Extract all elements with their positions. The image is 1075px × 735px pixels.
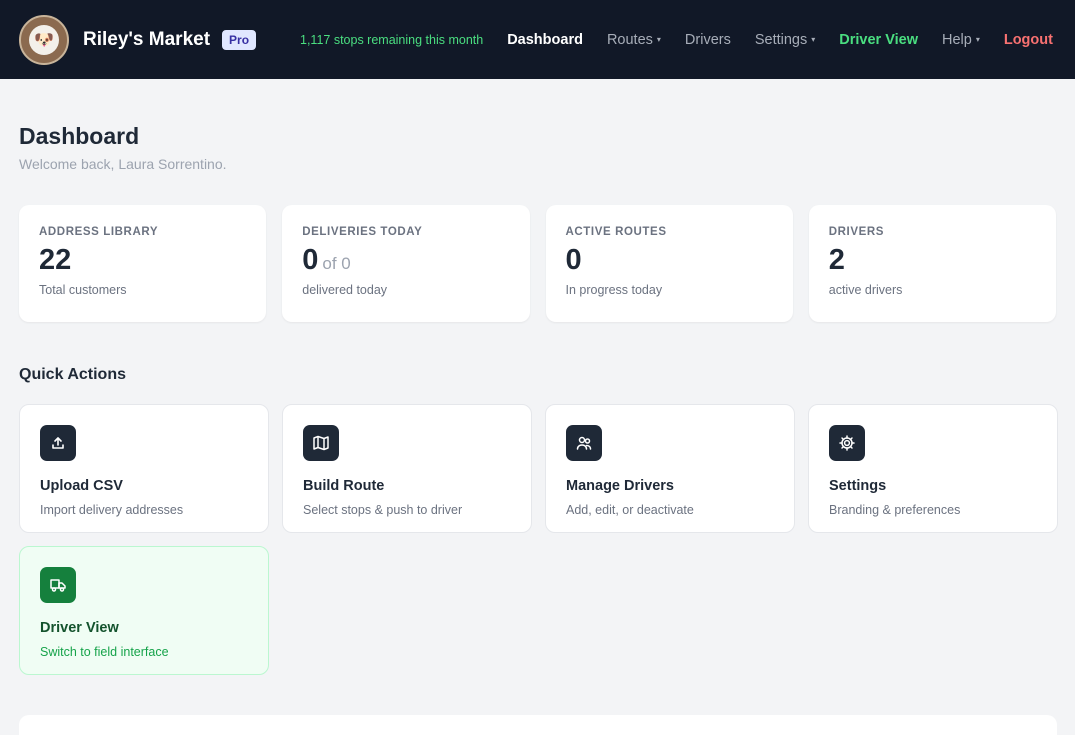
stat-number: 0 xyxy=(565,244,582,276)
stat-value: 0 xyxy=(565,244,773,277)
stat-label: ADDRESS LIBRARY xyxy=(39,226,159,238)
action-title: Driver View xyxy=(40,620,119,636)
upload-csv-button[interactable]: Upload CSV Import delivery addresses xyxy=(19,404,269,533)
stat-value: 2 xyxy=(828,244,1036,277)
nav-routes-label: Routes xyxy=(606,31,653,48)
action-desc: Add, edit, or deactivate xyxy=(566,503,694,517)
chevron-down-icon: ▾ xyxy=(975,35,980,45)
chevron-down-icon: ▾ xyxy=(811,35,816,45)
map-icon xyxy=(303,425,339,461)
settings-button[interactable]: Settings Branding & preferences xyxy=(808,404,1058,533)
nav-links: 1,117 stops remaining this month Dashboa… xyxy=(300,0,1053,79)
stat-note: delivered today xyxy=(302,282,388,297)
build-route-button[interactable]: Build Route Select stops & push to drive… xyxy=(282,404,532,533)
nav-routes[interactable]: Routes ▾ xyxy=(607,32,661,48)
stat-number: 2 xyxy=(828,244,845,276)
stat-label: ACTIVE ROUTES xyxy=(565,226,667,238)
dog-icon: 🐶 xyxy=(29,24,59,55)
nav-logout-label: Logout xyxy=(1003,31,1053,48)
stat-value: 22 xyxy=(39,244,246,277)
nav-help[interactable]: Help ▾ xyxy=(942,32,980,48)
stat-card-drivers: DRIVERS 2 active drivers xyxy=(808,205,1056,322)
chevron-down-icon: ▾ xyxy=(656,35,661,45)
action-title: Settings xyxy=(829,478,887,494)
nav-drivers[interactable]: Drivers xyxy=(685,32,731,48)
nav-help-label: Help xyxy=(942,31,972,48)
stat-label: DRIVERS xyxy=(828,226,885,238)
nav-dashboard[interactable]: Dashboard xyxy=(507,32,583,48)
plan-badge: Pro xyxy=(222,29,257,50)
nav-driver-view-label: Driver View xyxy=(839,31,918,48)
truck-icon xyxy=(40,567,76,603)
next-section-card xyxy=(19,715,1057,735)
action-desc: Select stops & push to driver xyxy=(303,503,463,517)
stat-number: 22 xyxy=(39,244,72,276)
brand-name[interactable]: Riley's Market xyxy=(83,29,210,51)
stat-card-deliveries-today: DELIVERIES TODAY 0 of 0 delivered today xyxy=(282,205,530,322)
users-icon xyxy=(566,425,602,461)
nav-driver-view[interactable]: Driver View xyxy=(839,32,918,48)
action-desc: Branding & preferences xyxy=(829,503,961,517)
action-title: Manage Drivers xyxy=(566,478,674,494)
stops-remaining: 1,117 stops remaining this month xyxy=(300,32,484,47)
gear-icon xyxy=(829,425,865,461)
stat-note: Total customers xyxy=(39,282,127,297)
main-content: Dashboard Welcome back, Laura Sorrentino… xyxy=(0,123,1075,675)
nav-logout[interactable]: Logout xyxy=(1004,32,1053,48)
stat-value: 0 of 0 xyxy=(302,244,509,277)
stat-card-active-routes: ACTIVE ROUTES 0 In progress today xyxy=(545,205,793,322)
manage-drivers-button[interactable]: Manage Drivers Add, edit, or deactivate xyxy=(545,404,795,533)
upload-icon xyxy=(40,425,76,461)
nav-settings-label: Settings xyxy=(754,31,808,48)
action-title: Build Route xyxy=(303,478,385,494)
stat-note: In progress today xyxy=(565,282,663,297)
quick-actions-title: Quick Actions xyxy=(19,366,126,383)
action-desc: Import delivery addresses xyxy=(40,503,184,517)
action-title: Upload CSV xyxy=(40,478,123,494)
top-nav: 🐶 Riley's Market Pro 1,117 stops remaini… xyxy=(0,0,1075,79)
brand-logo[interactable]: 🐶 xyxy=(19,14,69,65)
stat-note: active drivers xyxy=(828,282,903,297)
stats-row: ADDRESS LIBRARY 22 Total customers DELIV… xyxy=(19,205,1056,322)
stat-label: DELIVERIES TODAY xyxy=(302,226,423,238)
stat-card-address-library: ADDRESS LIBRARY 22 Total customers xyxy=(19,205,267,322)
welcome-message: Welcome back, Laura Sorrentino. xyxy=(19,156,227,172)
stat-number: 0 xyxy=(302,244,319,276)
nav-drivers-label: Drivers xyxy=(684,31,731,48)
action-desc: Switch to field interface xyxy=(40,645,169,659)
driver-view-button[interactable]: Driver View Switch to field interface xyxy=(19,546,269,675)
nav-dashboard-label: Dashboard xyxy=(507,31,583,48)
stat-total: of 0 xyxy=(322,254,351,273)
quick-actions-grid: Upload CSV Import delivery addresses Bui… xyxy=(19,404,1058,675)
nav-settings[interactable]: Settings ▾ xyxy=(755,32,815,48)
page-title: Dashboard xyxy=(19,123,140,149)
